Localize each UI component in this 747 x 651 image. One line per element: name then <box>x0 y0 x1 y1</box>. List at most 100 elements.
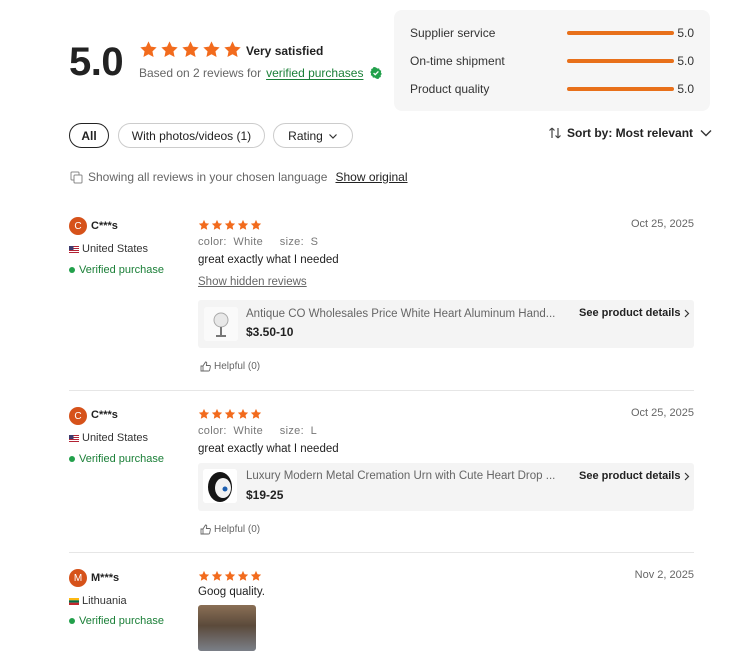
star-icon <box>250 570 262 581</box>
metric-bar <box>566 31 675 35</box>
reviewer-name: M***s <box>91 572 120 584</box>
overall-stars <box>139 40 242 59</box>
review-text: great exactly what I needed <box>198 254 339 266</box>
chevron-right-icon <box>685 472 690 480</box>
star-icon <box>161 41 178 57</box>
star-icon <box>211 408 223 419</box>
metrics-panel: Supplier service 5.0 On-time shipment 5.… <box>394 10 710 111</box>
review-divider <box>69 552 694 553</box>
verified-label: Verified purchase <box>79 615 164 627</box>
star-icon <box>203 41 220 57</box>
metric-value: 5.0 <box>677 82 694 96</box>
see-details-label: See product details <box>579 470 681 482</box>
flag-lithuania-icon <box>69 597 79 605</box>
verified-badge-icon <box>370 67 383 79</box>
review-stars <box>198 219 262 231</box>
verified-dot-icon <box>69 267 75 273</box>
chevron-down-icon <box>328 133 337 139</box>
metric-row: Supplier service 5.0 <box>410 24 694 42</box>
see-product-details-link[interactable]: See product details <box>579 307 690 319</box>
metric-row: Product quality 5.0 <box>410 80 694 98</box>
review-photo[interactable] <box>198 605 256 651</box>
helpful-button[interactable]: Helpful (0) <box>200 524 260 535</box>
filter-photos-button[interactable]: With photos/videos (1) <box>118 123 265 148</box>
star-icon <box>224 408 236 419</box>
verified-label: Verified purchase <box>79 453 164 465</box>
star-icon <box>224 570 236 581</box>
helpful-button[interactable]: Helpful (0) <box>200 361 260 372</box>
sort-dropdown[interactable]: Sort by: Most relevant <box>548 126 713 140</box>
filter-rating-label: Rating <box>288 128 323 143</box>
country-label: United States <box>82 243 149 255</box>
metric-value: 5.0 <box>677 54 694 68</box>
metric-bar <box>566 59 675 63</box>
star-icon <box>198 408 210 419</box>
star-icon <box>224 219 236 230</box>
review-date: Oct 25, 2025 <box>631 218 694 230</box>
star-icon <box>211 219 223 230</box>
chevron-down-icon <box>700 130 712 137</box>
see-details-label: See product details <box>579 307 681 319</box>
reviewer-country: United States <box>69 432 148 444</box>
verified-label: Verified purchase <box>79 264 164 276</box>
chevron-right-icon <box>685 309 690 317</box>
verified-purchase: Verified purchase <box>69 615 164 627</box>
product-image <box>203 469 237 503</box>
overall-score: 5.0 <box>69 40 124 84</box>
verified-purchases-link[interactable]: verified purchases <box>266 66 363 80</box>
verified-dot-icon <box>69 456 75 462</box>
review-date: Nov 2, 2025 <box>634 569 694 581</box>
avatar: C <box>69 217 87 235</box>
star-icon <box>211 570 223 581</box>
star-icon <box>250 219 262 230</box>
show-original-link[interactable]: Show original <box>335 170 407 184</box>
helpful-label: Helpful (0) <box>214 361 261 372</box>
translate-icon <box>70 171 83 183</box>
language-note-text: Showing all reviews in your chosen langu… <box>88 170 328 184</box>
filter-rating-button[interactable]: Rating <box>273 123 353 148</box>
reviewer-country: Lithuania <box>69 595 127 607</box>
sort-label: Sort by: Most relevant <box>567 126 694 140</box>
product-thumbnail <box>204 307 238 341</box>
reviewer-country: United States <box>69 243 148 255</box>
product-price: $19-25 <box>246 488 284 502</box>
based-on-label: Based on 2 reviews for <box>139 66 262 80</box>
review-text: Goog quality. <box>198 586 265 598</box>
metric-name: On-time shipment <box>410 54 505 68</box>
review-attributes: color: White size: S <box>198 236 319 248</box>
show-hidden-reviews-link[interactable]: Show hidden reviews <box>198 276 307 288</box>
see-product-details-link[interactable]: See product details <box>579 470 690 482</box>
avatar: C <box>69 407 87 425</box>
thumbs-up-icon <box>200 361 211 372</box>
review-stars <box>198 570 262 582</box>
metric-value: 5.0 <box>677 26 694 40</box>
review-date: Oct 25, 2025 <box>631 407 694 419</box>
avatar: M <box>69 569 87 587</box>
flag-us-icon <box>69 434 79 442</box>
product-title: Antique CO Wholesales Price White Heart … <box>246 308 556 320</box>
satisfaction-label: Very satisfied <box>246 44 324 58</box>
verified-purchase: Verified purchase <box>69 264 164 276</box>
product-image <box>204 307 238 341</box>
star-icon <box>140 41 157 57</box>
star-icon <box>237 570 249 581</box>
star-icon <box>250 408 262 419</box>
product-thumbnail <box>203 469 237 503</box>
star-icon <box>237 408 249 419</box>
star-icon <box>198 219 210 230</box>
reviewer-name: C***s <box>91 409 118 421</box>
star-icon <box>198 570 210 581</box>
metric-bar <box>566 87 675 91</box>
flag-us-icon <box>69 245 79 253</box>
product-card[interactable]: Luxury Modern Metal Cremation Urn with C… <box>198 463 694 511</box>
country-label: United States <box>82 432 149 444</box>
verified-purchase: Verified purchase <box>69 453 164 465</box>
filter-all-button[interactable]: All <box>69 123 109 148</box>
review-stars <box>198 408 262 420</box>
product-card[interactable]: Antique CO Wholesales Price White Heart … <box>198 300 694 348</box>
metric-row: On-time shipment 5.0 <box>410 52 694 70</box>
product-price: $3.50-10 <box>246 325 294 339</box>
helpful-label: Helpful (0) <box>214 524 261 535</box>
verified-dot-icon <box>69 618 75 624</box>
metric-name: Supplier service <box>410 26 496 40</box>
